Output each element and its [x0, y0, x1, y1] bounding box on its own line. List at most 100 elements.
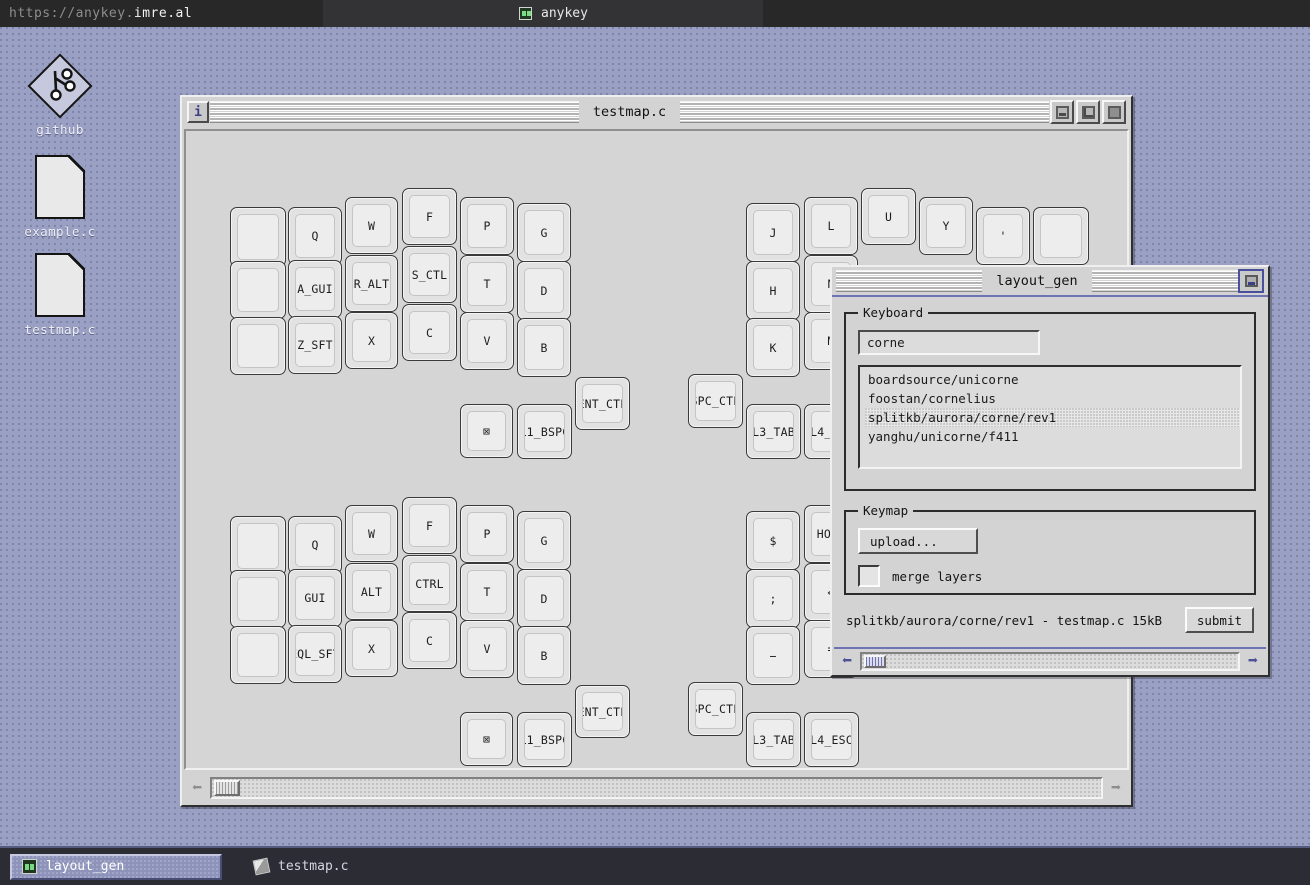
key-ent_ctl[interactable]: ENT_CTL: [575, 377, 630, 430]
key-a_gui[interactable]: A_GUI: [288, 260, 342, 318]
key-r_alt[interactable]: R_ALT: [345, 255, 398, 312]
key-x[interactable]: X: [345, 620, 398, 677]
key-q[interactable]: Q: [288, 207, 342, 265]
key-b[interactable]: B: [517, 626, 571, 685]
key-q[interactable]: Q: [288, 516, 342, 574]
key-t[interactable]: T: [460, 255, 514, 313]
key-t[interactable]: T: [460, 563, 514, 621]
restore-button[interactable]: [1076, 100, 1100, 124]
key-l3_tab[interactable]: L3_TAB: [746, 404, 801, 459]
key-[interactable]: ': [976, 207, 1030, 265]
keyboard-search-input[interactable]: corne: [858, 330, 1040, 355]
key-blank[interactable]: [230, 317, 286, 375]
keyboard-options-list[interactable]: boardsource/unicorne foostan/cornelius s…: [858, 365, 1242, 469]
taskbar-item-layout-gen[interactable]: layout_gen: [10, 853, 222, 880]
key-u[interactable]: U: [861, 188, 916, 245]
list-item[interactable]: boardsource/unicorne: [865, 370, 1240, 389]
key-[interactable]: ⊠: [460, 712, 513, 766]
key-alt[interactable]: ALT: [345, 563, 398, 620]
key-p[interactable]: P: [460, 505, 514, 563]
minimize-button[interactable]: [1050, 100, 1074, 124]
key-h[interactable]: H: [746, 261, 800, 320]
url-bar[interactable]: https://anykey.imre.al: [9, 6, 192, 21]
pen-icon: [252, 857, 271, 876]
key-label: T: [467, 570, 507, 614]
key-g[interactable]: G: [517, 511, 571, 570]
key-[interactable]: $: [746, 511, 800, 570]
key-[interactable]: ⊠: [460, 404, 513, 458]
key-x[interactable]: X: [345, 312, 398, 369]
key-c[interactable]: C: [402, 304, 457, 361]
merge-layers-checkbox[interactable]: [858, 565, 880, 587]
desktop-icon-github[interactable]: github: [0, 53, 120, 137]
key-ctrl[interactable]: CTRL: [402, 555, 457, 612]
key-y[interactable]: Y: [919, 197, 973, 255]
key-d[interactable]: D: [517, 569, 571, 628]
browser-tab[interactable]: anykey: [323, 0, 763, 27]
key-f[interactable]: F: [402, 188, 457, 245]
key-spc_ctl[interactable]: SPC_CTL: [688, 374, 743, 428]
dialog-titlebar[interactable]: layout_gen: [832, 267, 1268, 297]
key-blank[interactable]: [230, 570, 286, 628]
scrollbar-thumb[interactable]: [864, 654, 886, 668]
key-v[interactable]: V: [460, 312, 514, 370]
list-item-selected[interactable]: splitkb/aurora/corne/rev1: [865, 408, 1240, 427]
key-v[interactable]: V: [460, 620, 514, 678]
key-k[interactable]: K: [746, 318, 800, 377]
key-l[interactable]: L: [804, 197, 858, 255]
scrollbar-thumb[interactable]: [214, 780, 240, 796]
dialog-minimize-button[interactable]: [1238, 269, 1264, 293]
key-blank[interactable]: [230, 261, 286, 319]
scroll-left-arrow[interactable]: ⬅: [186, 777, 208, 799]
maximize-button[interactable]: [1102, 100, 1126, 124]
key-blank[interactable]: [1033, 207, 1089, 265]
key-label: EQL_SFT: [295, 632, 335, 676]
key-label: CTRL: [409, 562, 450, 605]
main-horizontal-scrollbar[interactable]: ⬅ ➡: [184, 773, 1129, 803]
key-l4_esc[interactable]: L4_ESC: [804, 712, 859, 767]
key-f[interactable]: F: [402, 497, 457, 554]
key-c[interactable]: C: [402, 612, 457, 669]
key-eql_sft[interactable]: EQL_SFT: [288, 625, 342, 683]
submit-button[interactable]: submit: [1184, 607, 1254, 633]
key-label: X: [352, 627, 391, 670]
key-l1_bspc[interactable]: L1_BSPC: [517, 712, 572, 767]
dialog-horizontal-scrollbar[interactable]: ⬅ ➡: [834, 647, 1266, 673]
list-item[interactable]: yanghu/unicorne/f411: [865, 427, 1240, 446]
key-b[interactable]: B: [517, 318, 571, 377]
key-g[interactable]: G: [517, 203, 571, 262]
restore-icon: [1081, 105, 1095, 119]
scrollbar-track[interactable]: [860, 651, 1240, 671]
key-ent_ctl[interactable]: ENT_CTL: [575, 685, 630, 738]
key-label: D: [524, 268, 564, 313]
key-gui[interactable]: GUI: [288, 569, 342, 627]
key-label: P: [467, 204, 507, 248]
desktop-icon-example-c[interactable]: example.c: [0, 155, 120, 239]
window-menu-button[interactable]: i: [187, 101, 209, 123]
scroll-right-arrow[interactable]: ➡: [1242, 650, 1264, 672]
key-blank[interactable]: [230, 516, 286, 576]
key-j[interactable]: J: [746, 203, 800, 262]
main-titlebar[interactable]: i testmap.c: [182, 97, 1131, 127]
key-spc_ctl[interactable]: SPC_CTL: [688, 682, 743, 736]
key-blank[interactable]: [230, 626, 286, 684]
key-blank[interactable]: [230, 207, 286, 267]
list-item[interactable]: foostan/cornelius: [865, 389, 1240, 408]
key-s_ctl[interactable]: S_CTL: [402, 246, 457, 303]
merge-layers-row[interactable]: merge layers: [858, 565, 1242, 587]
taskbar-item-testmap-c[interactable]: testmap.c: [244, 854, 358, 880]
key-z_sft[interactable]: Z_SFT: [288, 316, 342, 374]
key-l3_tab[interactable]: L3_TAB: [746, 712, 801, 767]
desktop-icon-testmap-c[interactable]: testmap.c: [0, 253, 120, 337]
scrollbar-track[interactable]: [210, 777, 1103, 799]
upload-button[interactable]: upload...: [858, 528, 978, 554]
key-[interactable]: ;: [746, 569, 800, 628]
key-d[interactable]: D: [517, 261, 571, 320]
scroll-right-arrow[interactable]: ➡: [1105, 777, 1127, 799]
scroll-left-arrow[interactable]: ⬅: [836, 650, 858, 672]
key-w[interactable]: W: [345, 197, 398, 254]
key-w[interactable]: W: [345, 505, 398, 562]
key-[interactable]: −: [746, 626, 800, 685]
key-l1_bspc[interactable]: L1_BSPC: [517, 404, 572, 459]
key-p[interactable]: P: [460, 197, 514, 255]
